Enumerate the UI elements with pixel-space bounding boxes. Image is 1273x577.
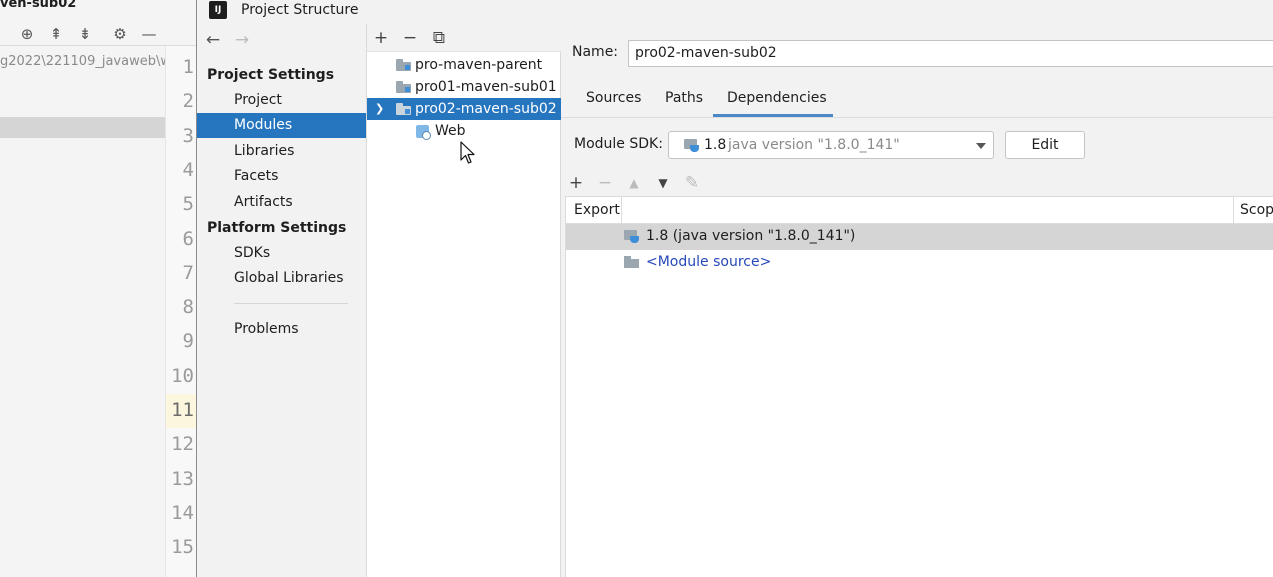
line-number: 7 bbox=[182, 261, 194, 284]
web-facet-icon bbox=[416, 125, 431, 140]
folder-icon bbox=[624, 256, 640, 270]
tree-node-web-facet[interactable]: Web bbox=[367, 120, 561, 142]
line-number: 12 bbox=[171, 433, 194, 456]
column-divider[interactable] bbox=[1233, 197, 1234, 224]
add-dependency-button[interactable]: + bbox=[565, 170, 587, 196]
column-divider[interactable] bbox=[621, 197, 622, 224]
name-label: Name: bbox=[572, 44, 619, 60]
mouse-cursor-icon bbox=[460, 141, 475, 164]
add-module-button[interactable]: + bbox=[371, 27, 391, 49]
tree-node-pro01-maven-sub01[interactable]: pro01-maven-sub01 bbox=[367, 76, 561, 98]
line-number: 10 bbox=[171, 364, 194, 387]
module-tree-panel: + − ⧉ pro-maven-parent pro01-maven-sub01… bbox=[367, 24, 561, 577]
jdk-icon bbox=[624, 230, 640, 244]
nav-item-problems[interactable]: Problems bbox=[197, 317, 366, 342]
line-number: 1 bbox=[182, 56, 194, 78]
nav-section-platform-settings: Platform Settings bbox=[207, 220, 347, 236]
tree-node-label: Web bbox=[435, 123, 466, 139]
dependencies-table: Export Scop 1.8 (java version "1.8.0_141… bbox=[565, 196, 1273, 577]
line-number: 4 bbox=[182, 158, 194, 181]
tree-node-pro-maven-parent[interactable]: pro-maven-parent bbox=[367, 54, 561, 76]
tree-node-label: pro-maven-parent bbox=[415, 57, 543, 73]
dependencies-toolbar: + − ▲ ▼ ✎ bbox=[565, 170, 1273, 196]
module-sdk-label: Module SDK: bbox=[574, 136, 663, 152]
sdk-version-detail: java version "1.8.0_141" bbox=[728, 137, 900, 153]
editor-gutter: 1 2 3 4 5 6 7 8 9 10 11 12 13 14 15 bbox=[165, 46, 197, 577]
dialog-titlebar[interactable]: IJ Project Structure bbox=[197, 0, 1273, 24]
nav-item-project[interactable]: Project bbox=[197, 88, 366, 113]
ide-selected-tree-row[interactable] bbox=[0, 117, 165, 138]
dialog-title: Project Structure bbox=[241, 2, 359, 18]
remove-dependency-button[interactable]: − bbox=[594, 170, 616, 196]
line-number: 6 bbox=[182, 227, 194, 250]
line-number: 3 bbox=[182, 124, 194, 147]
dependency-label: 1.8 (java version "1.8.0_141") bbox=[646, 228, 856, 244]
tab-dependencies[interactable]: Dependencies bbox=[727, 90, 827, 106]
remove-module-button[interactable]: − bbox=[400, 27, 420, 49]
nav-divider bbox=[234, 303, 348, 304]
ide-project-path: g2022\221109_javaweb\w bbox=[0, 54, 165, 69]
tabs-divider bbox=[561, 117, 1273, 118]
module-settings-panel: Name: pro02-maven-sub02 Sources Paths De… bbox=[561, 24, 1273, 577]
tree-node-label: pro02-maven-sub02 bbox=[415, 101, 557, 117]
line-number: 9 bbox=[182, 330, 194, 353]
edit-dependency-button[interactable]: ✎ bbox=[681, 170, 703, 196]
nav-item-modules[interactable]: Modules bbox=[197, 113, 366, 138]
module-name-input[interactable]: pro02-maven-sub02 bbox=[628, 40, 1273, 67]
crosshair-icon[interactable]: ⊕ bbox=[17, 24, 37, 44]
table-header: Export Scop bbox=[566, 197, 1273, 224]
collapse-all-icon[interactable]: ⇟ bbox=[75, 24, 95, 44]
forward-arrow-icon[interactable]: → bbox=[231, 29, 253, 51]
line-number: 2 bbox=[182, 90, 194, 113]
nav-item-libraries[interactable]: Libraries bbox=[197, 139, 366, 164]
gear-icon[interactable]: ⚙ bbox=[110, 24, 130, 44]
table-row[interactable]: 1.8 (java version "1.8.0_141") bbox=[566, 224, 1273, 250]
module-tree-toolbar: + − ⧉ bbox=[367, 24, 561, 52]
column-header-export[interactable]: Export bbox=[574, 202, 620, 218]
back-arrow-icon[interactable]: ← bbox=[202, 29, 224, 51]
active-tab-indicator bbox=[713, 114, 833, 117]
tree-node-label: pro01-maven-sub01 bbox=[415, 79, 557, 95]
module-source-link[interactable]: <Module source> bbox=[646, 254, 771, 270]
column-header-scope[interactable]: Scop bbox=[1240, 202, 1273, 218]
nav-section-project-settings: Project Settings bbox=[207, 67, 335, 83]
sdk-selected-value: 1.8 bbox=[704, 137, 727, 153]
module-folder-icon bbox=[396, 103, 411, 115]
jdk-icon bbox=[684, 139, 699, 152]
tab-paths[interactable]: Paths bbox=[665, 90, 703, 106]
nav-item-facets[interactable]: Facets bbox=[197, 164, 366, 189]
nav-item-global-libraries[interactable]: Global Libraries bbox=[197, 266, 366, 291]
line-number: 14 bbox=[171, 501, 194, 524]
copy-module-button[interactable]: ⧉ bbox=[429, 27, 449, 49]
nav-item-artifacts[interactable]: Artifacts bbox=[197, 190, 366, 215]
line-number: 13 bbox=[171, 467, 194, 490]
tree-node-pro02-maven-sub02[interactable]: ❯ pro02-maven-sub02 bbox=[367, 98, 561, 120]
table-row[interactable]: <Module source> bbox=[566, 250, 1273, 276]
module-folder-icon bbox=[396, 81, 411, 93]
line-number: 15 bbox=[171, 536, 194, 559]
move-up-button[interactable]: ▲ bbox=[623, 170, 645, 196]
intellij-logo-icon: IJ bbox=[209, 1, 227, 19]
line-number: 11 bbox=[171, 399, 194, 421]
settings-nav-sidebar: ← → Project Settings Project Modules Lib… bbox=[197, 24, 367, 577]
tab-sources[interactable]: Sources bbox=[586, 90, 641, 106]
move-down-button[interactable]: ▼ bbox=[652, 170, 674, 196]
line-number: 5 bbox=[182, 193, 194, 216]
screen: ven-sub02 ⊕ ⇞ ⇟ ⚙ — g2022\221109_javaweb… bbox=[0, 0, 1273, 577]
project-structure-dialog: IJ Project Structure ← → Project Setting… bbox=[196, 0, 1273, 577]
ide-project-toolbar: ⊕ ⇞ ⇟ ⚙ — bbox=[0, 22, 196, 46]
edit-sdk-button[interactable]: Edit bbox=[1005, 131, 1085, 159]
ide-window-title: ven-sub02 bbox=[0, 0, 77, 11]
chevron-down-icon[interactable]: ❯ bbox=[375, 98, 384, 120]
nav-item-sdks[interactable]: SDKs bbox=[197, 241, 366, 266]
ide-background-window: ven-sub02 ⊕ ⇞ ⇟ ⚙ — g2022\221109_javaweb… bbox=[0, 0, 197, 577]
chevron-down-icon bbox=[976, 143, 986, 149]
module-sdk-select[interactable]: 1.8 java version "1.8.0_141" bbox=[668, 131, 994, 159]
minimize-icon[interactable]: — bbox=[139, 24, 159, 44]
module-folder-icon bbox=[396, 59, 411, 71]
expand-all-icon[interactable]: ⇞ bbox=[46, 24, 66, 44]
line-number: 8 bbox=[182, 296, 194, 319]
